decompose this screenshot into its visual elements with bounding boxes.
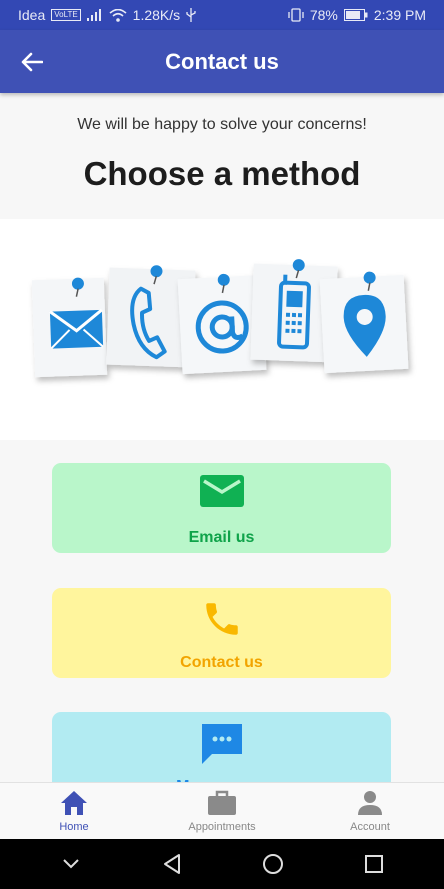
home-icon — [61, 790, 87, 815]
choose-method-heading: Choose a method — [83, 155, 361, 192]
status-left: Idea VoLTE 1.28K/s — [18, 7, 196, 23]
nav-account-label: Account — [350, 820, 390, 833]
nav-home[interactable]: Home — [0, 783, 148, 839]
signal-icon — [86, 9, 101, 21]
status-bar: Idea VoLTE 1.28K/s 78% 2:39 PM — [0, 0, 444, 30]
clock: 2:39 PM — [373, 7, 426, 23]
location-pin-note-icon — [319, 271, 409, 374]
email-us-label: Email us — [188, 529, 255, 546]
email-us-button[interactable]: Email us — [52, 463, 391, 553]
back-button[interactable] — [14, 44, 50, 80]
arrow-back-icon — [21, 52, 43, 72]
contact-us-label: Contact us — [180, 654, 263, 671]
square-recents-icon — [364, 855, 383, 873]
battery-icon — [343, 9, 368, 21]
nav-home-label: Home — [59, 820, 89, 833]
chat-icon — [201, 724, 242, 764]
nav-appointments-label: Appointments — [188, 820, 256, 833]
system-navigation-bar — [0, 839, 444, 889]
sticky-notes-illustration — [31, 259, 409, 378]
email-icon — [199, 475, 244, 507]
nav-appointments[interactable]: Appointments — [148, 783, 296, 839]
system-home-button[interactable] — [253, 844, 293, 884]
chevron-down-icon — [62, 859, 79, 869]
briefcase-icon — [208, 790, 236, 815]
triangle-back-icon — [163, 854, 180, 874]
wifi-icon — [109, 8, 127, 22]
person-icon — [358, 790, 382, 815]
system-back-button[interactable] — [152, 844, 192, 884]
usb-icon — [186, 8, 196, 22]
contact-methods-banner — [0, 219, 444, 440]
bottom-navigation: Home Appointments Account — [0, 782, 444, 839]
app-bar: Contact us — [0, 30, 444, 93]
page-title: Contact us — [165, 48, 279, 74]
status-right: 78% 2:39 PM — [288, 7, 426, 23]
carrier-name: Idea — [18, 7, 46, 23]
battery-percent: 78% — [309, 7, 338, 23]
email-note-icon — [31, 277, 108, 378]
volte-badge: VoLTE — [51, 9, 81, 21]
vibrate-icon — [288, 8, 304, 22]
system-recents-button[interactable] — [354, 844, 394, 884]
circle-home-icon — [262, 854, 283, 874]
contact-us-button[interactable]: Contact us — [52, 588, 391, 678]
intro-subtitle: We will be happy to solve your concerns! — [77, 116, 367, 133]
nav-account[interactable]: Account — [296, 783, 444, 839]
network-speed: 1.28K/s — [132, 7, 181, 23]
hide-nav-button[interactable] — [51, 844, 91, 884]
phone-icon — [205, 603, 238, 635]
